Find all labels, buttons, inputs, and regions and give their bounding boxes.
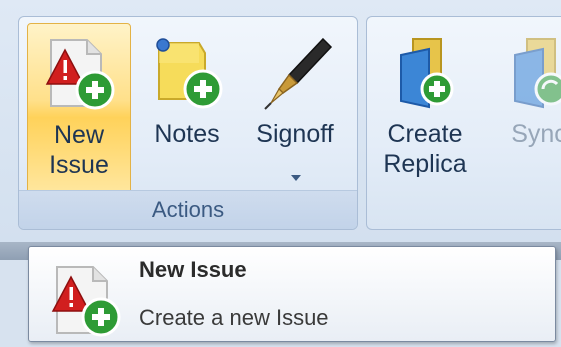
create-replica-button[interactable]: Create Replica xyxy=(373,23,477,195)
pen-icon xyxy=(253,33,337,120)
tooltip-title: New Issue xyxy=(139,257,247,282)
group-label-actions: Actions xyxy=(19,190,357,229)
ribbon-group-replica: Create Replica Sync xyxy=(366,16,561,230)
new-issue-icon xyxy=(43,261,127,346)
tooltip-description: Create a new Issue xyxy=(139,305,329,330)
ribbon: New Issue Notes Signoff Actions Create R… xyxy=(0,0,561,242)
signoff-button[interactable]: Signoff xyxy=(241,23,349,195)
signoff-label: Signoff xyxy=(256,120,334,148)
new-issue-label: New Issue xyxy=(49,121,109,179)
new-issue-button[interactable]: New Issue xyxy=(27,23,131,195)
sync-replica-label: Sync xyxy=(511,120,561,148)
notes-label: Notes xyxy=(154,120,220,148)
sync-replica-icon xyxy=(497,33,561,120)
create-replica-label: Create Replica xyxy=(383,120,467,178)
chevron-down-icon[interactable] xyxy=(291,175,301,181)
create-replica-icon xyxy=(383,33,467,120)
new-issue-tooltip: New Issue Create a new Issue xyxy=(28,246,556,342)
new-issue-icon xyxy=(37,34,121,121)
sync-replica-button[interactable]: Sync xyxy=(489,23,561,195)
notes-button[interactable]: Notes xyxy=(137,23,237,195)
ribbon-group-actions: New Issue Notes Signoff Actions xyxy=(18,16,358,230)
notes-icon xyxy=(145,33,229,120)
